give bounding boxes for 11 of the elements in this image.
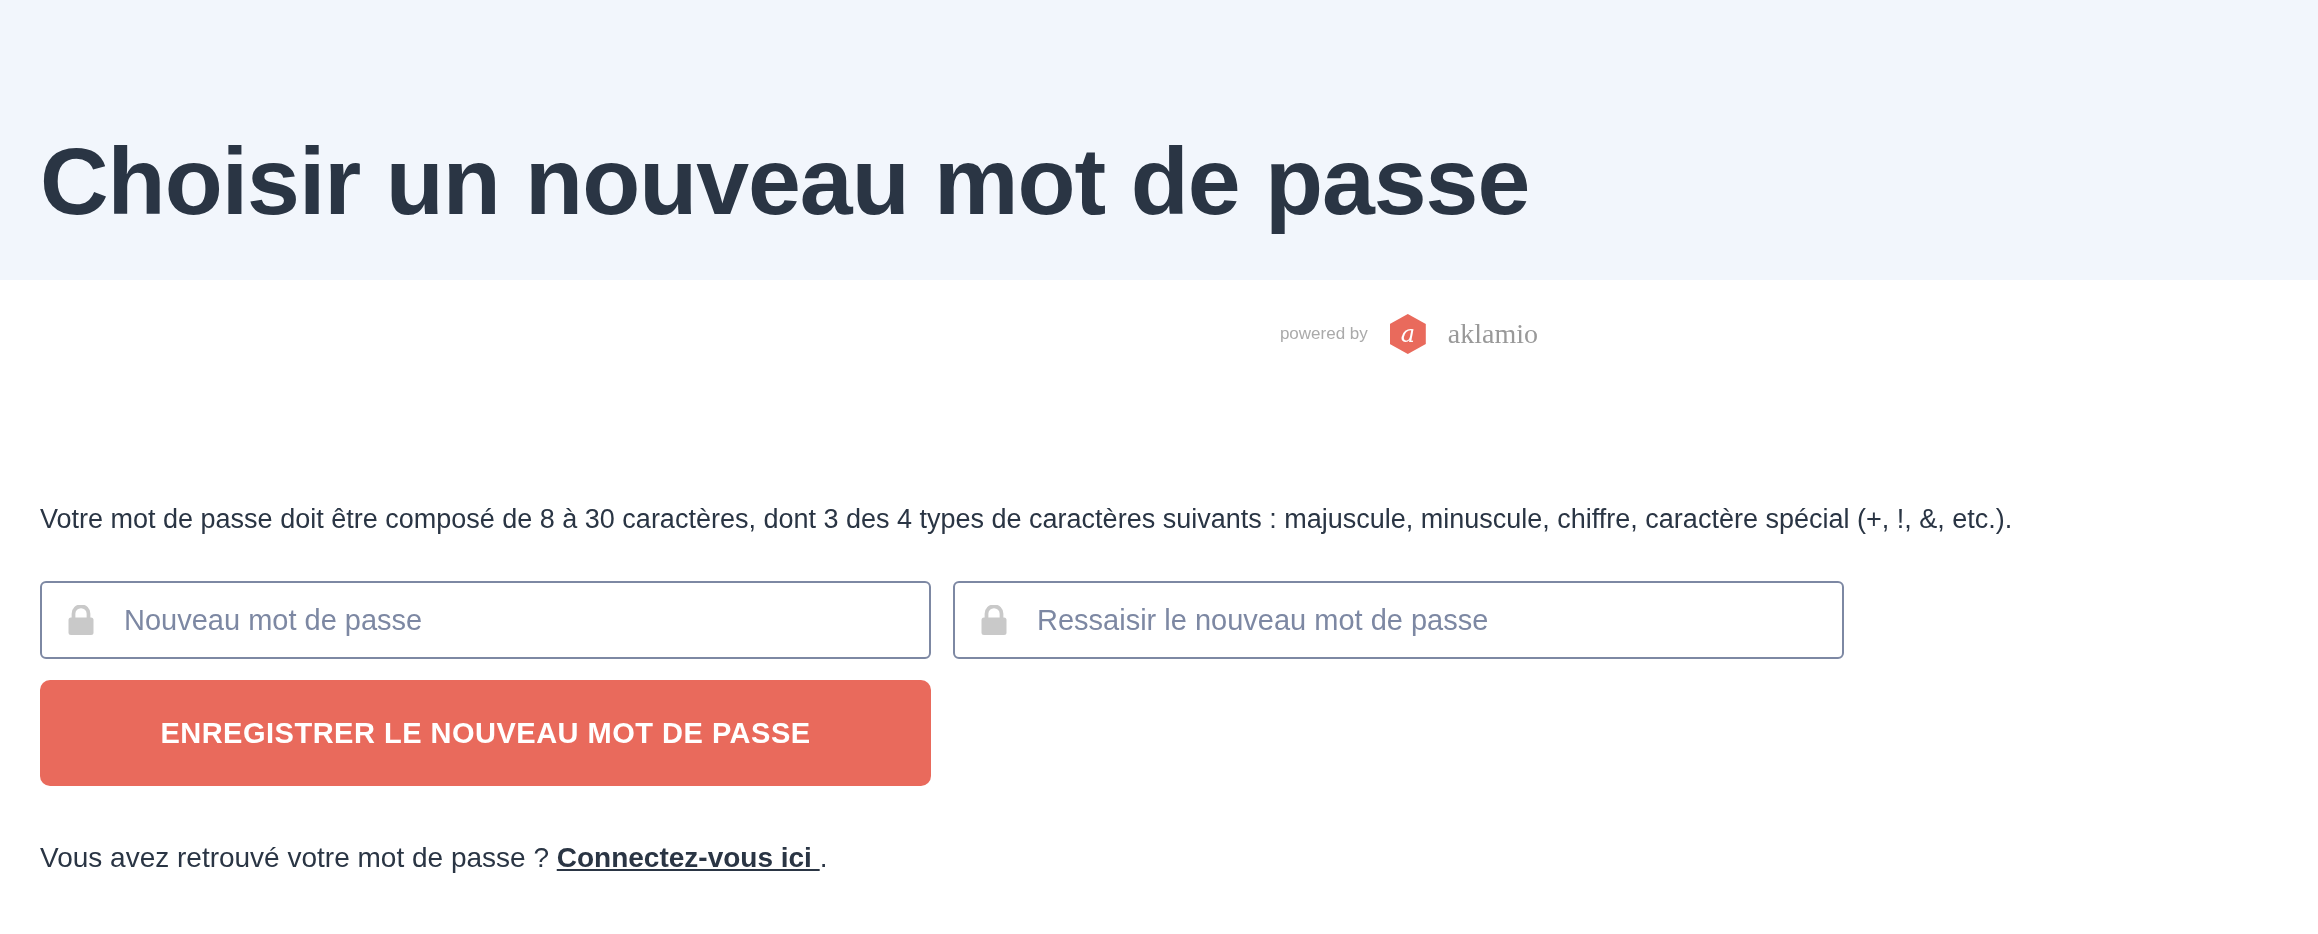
lock-icon [68, 605, 94, 635]
login-prompt: Vous avez retrouvé votre mot de passe ? Connectez-vous ici . [40, 842, 829, 874]
login-link[interactable]: Connectez-vous ici [556, 842, 820, 873]
logo-mark: a [1389, 314, 1426, 354]
powered-by-label: powered by [1279, 324, 1368, 344]
lock-icon [981, 605, 1007, 635]
brand-name: aklamio [1447, 318, 1538, 350]
password-field[interactable]: Nouveau mot de passe [40, 581, 931, 659]
password-field[interactable]: Ressaisir le nouveau mot de passe [953, 581, 1844, 659]
page-title: Choisir un nouveau mot de passe [40, 127, 1530, 236]
password-rules: Votre mot de passe doit être composé de 8 à 30 caractères, dont 3 des 4 types de caractères suivants : majuscule, minuscule, chiffre, caractère spécial (+, !, &, etc.). [40, 504, 2014, 535]
